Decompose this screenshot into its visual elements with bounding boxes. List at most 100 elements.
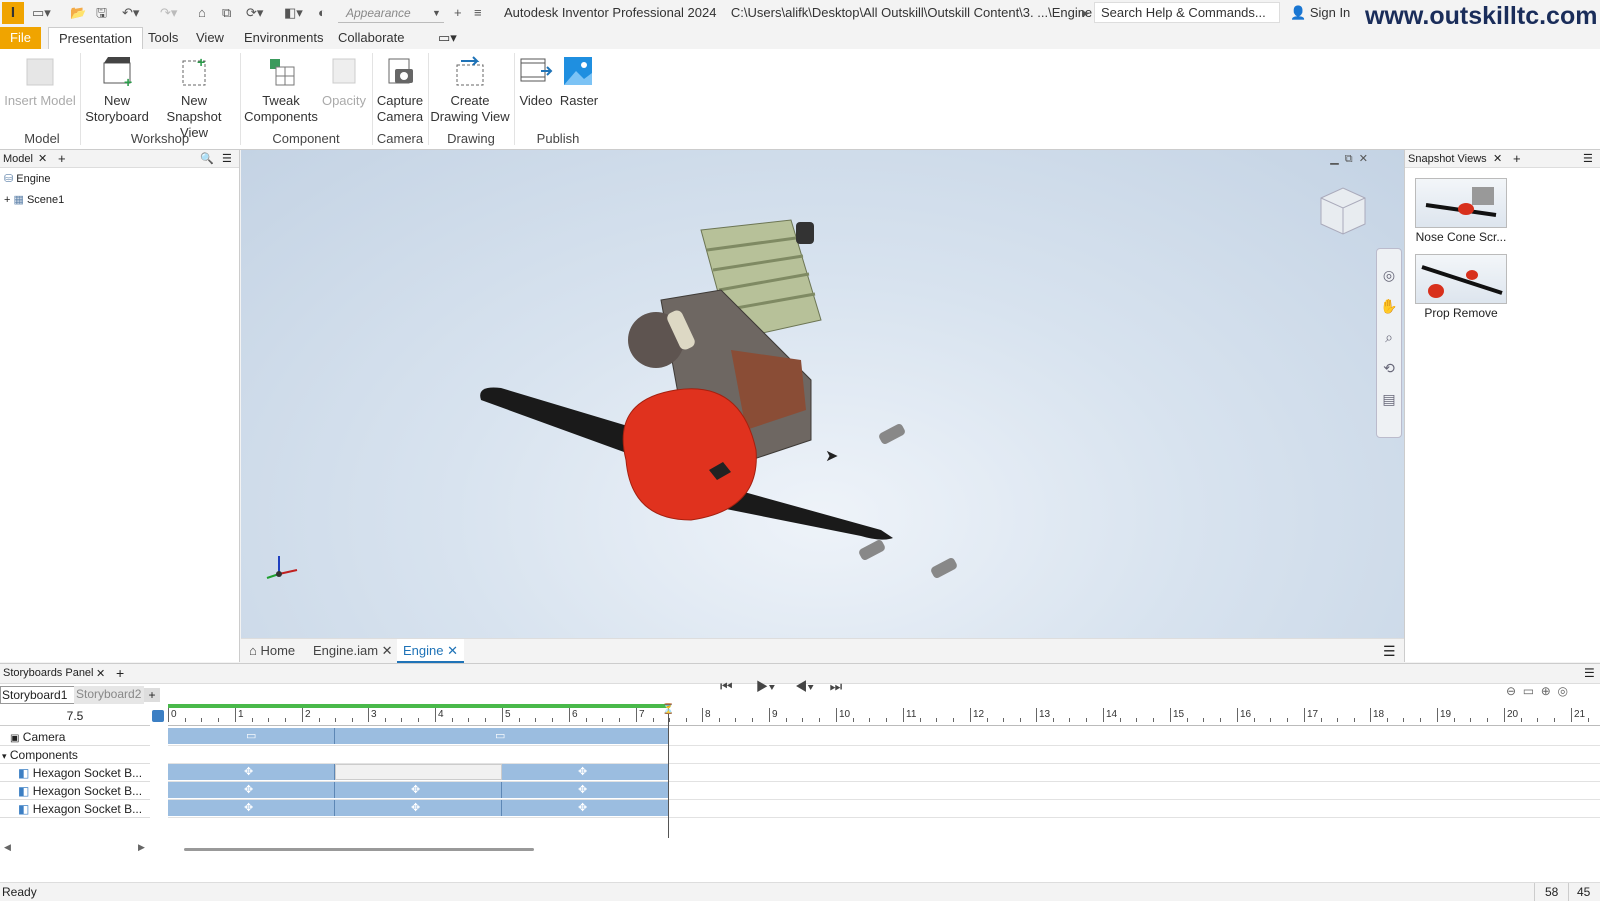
- sign-in-button[interactable]: 👤 Sign In: [1290, 5, 1350, 21]
- move-action-bar[interactable]: ✥: [335, 800, 502, 816]
- move-action-bar[interactable]: ✥: [502, 782, 669, 798]
- create-drawing-view-button[interactable]: Create Drawing View: [430, 53, 510, 125]
- save-icon[interactable]: 🖫: [96, 4, 107, 22]
- inventor-app-icon[interactable]: I: [2, 2, 24, 24]
- tab-collaborate[interactable]: Collaborate: [328, 27, 415, 49]
- orbit-icon[interactable]: ⟲: [1377, 360, 1401, 377]
- new-storyboard-button[interactable]: + New Storyboard: [82, 53, 152, 125]
- undo-icon[interactable]: ↶▾: [122, 4, 139, 22]
- appearance-icon[interactable]: ◐: [318, 4, 326, 22]
- track-label-part[interactable]: ◧ Hexagon Socket B...: [0, 764, 150, 782]
- tree-item-engine[interactable]: ⛁ Engine: [4, 172, 51, 185]
- play-icon[interactable]: ▶▾: [756, 678, 775, 694]
- timeline-settings-icon[interactable]: [152, 710, 164, 722]
- opacity-button[interactable]: Opacity: [320, 53, 368, 109]
- move-action-bar[interactable]: ✥: [168, 764, 335, 780]
- tab-home[interactable]: ⌂ Home: [243, 639, 301, 663]
- go-to-start-icon[interactable]: ⏮: [720, 678, 733, 694]
- close-icon[interactable]: ✕: [382, 643, 393, 658]
- tab-storyboard1[interactable]: Storyboard1: [0, 686, 76, 704]
- timeline-ruler[interactable]: 0 1 2 3 4 5 6 7 8 9 10 11 12 13 14 15 16 17 18 19 20 21: [168, 708, 1600, 726]
- camera-action-bar[interactable]: ▭: [168, 728, 335, 744]
- home-icon[interactable]: ⌂: [198, 4, 206, 22]
- add-tab-icon[interactable]: +: [116, 665, 124, 681]
- track-label-camera[interactable]: ▣ Camera: [0, 728, 150, 746]
- chevron-down-icon[interactable]: ▼: [432, 4, 441, 22]
- timeline-scrollbar[interactable]: [184, 848, 534, 851]
- expand-arrow-icon[interactable]: ▶: [1082, 4, 1089, 22]
- scroll-left-icon[interactable]: ◀: [4, 842, 11, 853]
- play-reverse-icon[interactable]: ◀▾: [795, 678, 814, 694]
- search-icon[interactable]: 🔍: [200, 150, 214, 168]
- insert-model-button[interactable]: Insert Model: [4, 53, 76, 109]
- video-button[interactable]: Video: [516, 53, 556, 109]
- add-tab-icon[interactable]: +: [1513, 150, 1521, 168]
- add-storyboard-button[interactable]: +: [144, 688, 160, 702]
- expand-icon[interactable]: +: [4, 194, 10, 206]
- track-label-part[interactable]: ◧ Hexagon Socket B...: [0, 800, 150, 818]
- customize-qat-icon[interactable]: ≡: [474, 4, 482, 22]
- menu-icon[interactable]: ☰: [222, 150, 232, 168]
- zoom-fit-icon[interactable]: ▭: [1523, 684, 1534, 698]
- menu-icon[interactable]: ☰: [1383, 643, 1396, 660]
- tab-engine-iam[interactable]: Engine.iam ✕: [307, 639, 399, 663]
- viewport-window-controls[interactable]: ▁ ⧉ ✕: [1330, 152, 1368, 166]
- tab-environments[interactable]: Environments: [234, 27, 333, 49]
- raster-button[interactable]: Raster: [558, 53, 600, 109]
- tab-storyboards-panel[interactable]: Storyboards Panel: [3, 667, 94, 679]
- zoom-icon[interactable]: ⌕: [1377, 329, 1401, 346]
- redo-icon[interactable]: ↷▾: [160, 4, 177, 22]
- ribbon-display-toggle[interactable]: ▭▾: [428, 27, 467, 49]
- add-tab-icon[interactable]: +: [58, 150, 66, 168]
- move-action-bar[interactable]: ✥: [335, 782, 502, 798]
- steering-wheel-icon[interactable]: ◎: [1377, 267, 1401, 284]
- open-folder-icon[interactable]: 📂: [70, 4, 86, 22]
- tab-view[interactable]: View: [186, 27, 234, 49]
- snapshot-item[interactable]: Nose Cone Scr...: [1415, 178, 1507, 244]
- track-label-components[interactable]: ▾ Components: [0, 746, 150, 764]
- add-icon[interactable]: +: [454, 4, 462, 22]
- move-action-bar[interactable]: ✥: [502, 800, 669, 816]
- graphics-viewport[interactable]: ▁ ⧉ ✕ ◎ ✋ ⌕ ⟲ ▤ ➤: [241, 150, 1404, 638]
- tab-presentation[interactable]: Presentation: [48, 27, 143, 49]
- new-snapshot-view-button[interactable]: + New Snapshot View: [152, 53, 236, 141]
- track-label-part[interactable]: ◧ Hexagon Socket B...: [0, 782, 150, 800]
- engine-model[interactable]: [461, 210, 981, 610]
- close-icon[interactable]: ✕: [1493, 150, 1502, 168]
- current-time-field[interactable]: 7.5: [0, 706, 150, 726]
- tab-model[interactable]: Model: [3, 153, 33, 165]
- return-icon[interactable]: ⧉: [222, 4, 231, 22]
- scroll-right-icon[interactable]: ▶: [138, 842, 145, 853]
- label-scrollbar[interactable]: ◀ ▶: [0, 842, 150, 856]
- tweak-components-button[interactable]: Tweak Components: [244, 53, 318, 125]
- move-action-bar[interactable]: ✥: [502, 764, 669, 780]
- zoom-out-icon[interactable]: ⊖: [1506, 684, 1516, 698]
- go-to-end-icon[interactable]: ⏭: [830, 678, 843, 694]
- look-at-icon[interactable]: ▤: [1377, 391, 1401, 408]
- capture-camera-button[interactable]: Capture Camera: [374, 53, 426, 125]
- close-icon[interactable]: ✕: [38, 150, 47, 168]
- zoom-in-icon[interactable]: ⊕: [1541, 684, 1551, 698]
- appearance-dropdown[interactable]: Appearance: [338, 3, 444, 23]
- tab-storyboard2[interactable]: Storyboard2: [74, 686, 144, 704]
- move-action-bar[interactable]: ✥: [168, 782, 335, 798]
- pan-icon[interactable]: ✋: [1377, 298, 1401, 315]
- update-icon[interactable]: ⟳▾: [246, 4, 263, 22]
- tab-file[interactable]: File: [0, 27, 41, 49]
- close-icon[interactable]: ✕: [447, 643, 458, 658]
- move-action-bar[interactable]: ✥: [168, 800, 335, 816]
- menu-icon[interactable]: ☰: [1584, 666, 1595, 680]
- playhead-handle-icon[interactable]: ⏳: [662, 704, 674, 715]
- search-input[interactable]: Search Help & Commands...: [1094, 2, 1280, 23]
- new-file-icon[interactable]: ▭▾: [32, 4, 51, 22]
- menu-icon[interactable]: ☰: [1583, 150, 1593, 168]
- tab-tools[interactable]: Tools: [138, 27, 188, 49]
- snapshot-item[interactable]: Prop Remove: [1415, 254, 1507, 320]
- collapse-icon[interactable]: ▾: [2, 751, 7, 761]
- material-icon[interactable]: ◧▾: [284, 4, 303, 22]
- playhead[interactable]: [668, 704, 669, 838]
- close-icon[interactable]: ✕: [96, 667, 105, 680]
- tab-engine[interactable]: Engine ✕: [397, 639, 465, 663]
- tree-item-scene1[interactable]: + ▦ Scene1: [4, 193, 64, 206]
- view-cube[interactable]: [1315, 184, 1369, 238]
